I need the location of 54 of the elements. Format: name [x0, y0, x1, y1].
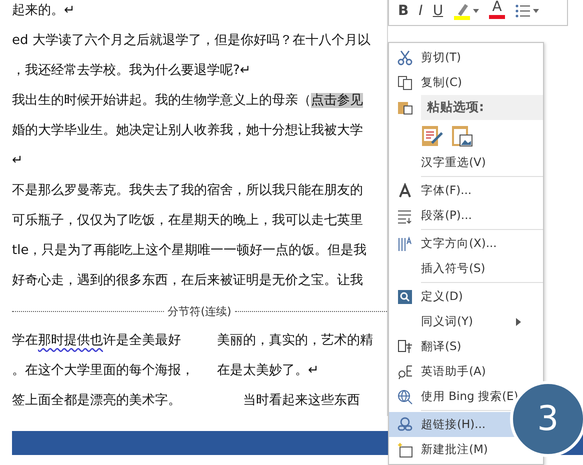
- menu-item[interactable]: 翻译(S): [389, 334, 543, 359]
- copy-icon: [397, 74, 413, 90]
- font-color-button[interactable]: A: [486, 0, 508, 21]
- paste-picture-icon[interactable]: [451, 123, 473, 147]
- paste-keep-formatting-icon[interactable]: [421, 123, 443, 147]
- document-text: 不是那么罗曼蒂克。我失去了我的宿舍，所以我只能在朋友的: [12, 183, 363, 198]
- bold-button[interactable]: B: [395, 1, 412, 21]
- highlighted-text: 点击参见: [311, 93, 363, 108]
- book-search-icon: [397, 288, 413, 304]
- document-text: 在是太美妙了。↵: [217, 363, 319, 378]
- translate-icon: [397, 338, 413, 354]
- menu-item[interactable]: 段落(P)...: [389, 203, 543, 228]
- caret-icon: [533, 9, 540, 13]
- font-icon: [397, 182, 413, 198]
- paragraph-icon: [397, 208, 413, 224]
- document-text: 许是全美最好: [103, 333, 181, 348]
- menu-item[interactable]: 字体(F)...: [389, 178, 543, 203]
- menu-item[interactable]: 英语助手(A): [389, 359, 543, 384]
- document-text: 。在这个大学里面的每个海报，: [12, 363, 194, 378]
- magnifier-letter-icon: [397, 364, 413, 380]
- document-text: 当时看起来这些东西: [242, 393, 360, 408]
- menu-item[interactable]: 汉字重选(V): [389, 150, 543, 175]
- document-text: 那时提供也: [38, 333, 103, 348]
- menu-item[interactable]: 复制(C): [389, 70, 543, 95]
- document-text: tle，只是为了再能吃上这个星期唯一一顿好一点的饭。但是我: [12, 243, 367, 258]
- text-direction-icon: [397, 236, 413, 252]
- section-break-label: 分节符(连续): [168, 304, 232, 318]
- menu-item[interactable]: 定义(D): [389, 284, 543, 309]
- document-text: 好奇心走，遇到的很多东西，在后来被证明是无价之宝。让我: [12, 273, 363, 288]
- clipboard-icon: [397, 99, 413, 115]
- document-text: ，我还经常去学校。我为什么要退学呢?↵: [12, 63, 251, 78]
- document-text: 学在: [12, 333, 38, 348]
- document-text: 签上面全都是漂亮的美术字。: [12, 393, 181, 408]
- document-text: 起来的。↵: [12, 3, 75, 18]
- bullet-list-icon: [515, 4, 532, 18]
- highlighter-icon: [453, 2, 472, 20]
- caret-icon: [473, 9, 480, 13]
- document-text: 美丽的，真实的，艺术的精: [217, 333, 373, 348]
- note-icon: [397, 442, 413, 458]
- underline-button[interactable]: U: [430, 1, 446, 21]
- menu-item[interactable]: 插入符号(S): [389, 256, 543, 281]
- document-text: 我出生的时候开始讲起。我的生物学意义上的母亲（: [12, 93, 311, 108]
- document-text: ↵: [12, 153, 23, 168]
- menu-item[interactable]: 文字方向(X)...: [389, 231, 543, 256]
- menu-section-header: 粘贴选项:: [421, 95, 543, 120]
- menu-item[interactable]: 剪切(T): [389, 45, 543, 70]
- italic-button[interactable]: I: [416, 1, 426, 21]
- scissors-icon: [397, 50, 413, 66]
- globe-search-icon: [397, 388, 413, 404]
- document-text: 可乐瓶子，仅仅为了吃饭，在星期天的晚上，我可以走七英里: [12, 213, 363, 228]
- link-icon: [397, 416, 413, 432]
- menu-item[interactable]: 同义词(Y): [389, 309, 543, 334]
- document-text: 婚的大学毕业生。她决定让别人收养我，她十分想让我被大学: [12, 123, 363, 138]
- document-text: ed 大学读了六个月之后就退学了，但是你好吗？在十八个月以: [12, 33, 370, 48]
